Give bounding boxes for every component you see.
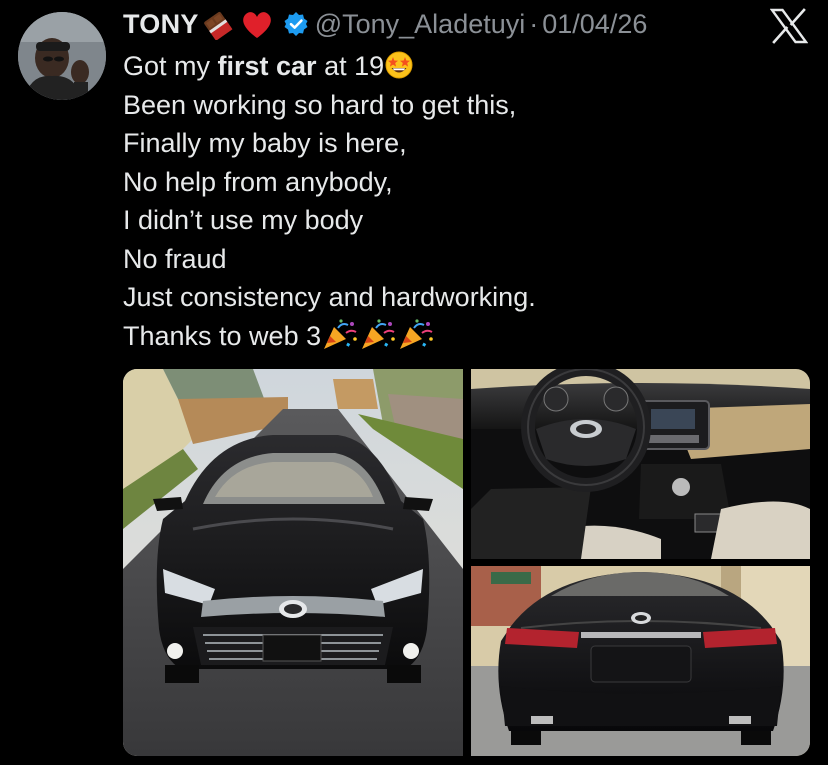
tweet-bold-text: first car [217, 51, 317, 81]
tweet-line-8: Thanks to web 3 [123, 317, 813, 356]
tweet-date[interactable]: 01/04/26 [542, 9, 647, 40]
tweet-line-6: No fraud [123, 243, 227, 274]
tweet-header: TONY @Tony_Aladetuyi · 01/04/26 [123, 6, 647, 42]
x-logo-icon [770, 8, 808, 44]
separator-dot: · [529, 8, 539, 39]
tweet-line-8-text: Thanks to web 3 [123, 320, 322, 351]
user-handle[interactable]: @Tony_Aladetuyi [315, 9, 526, 40]
tweet-line-1-start: Got my [123, 51, 218, 81]
tweet-line-5: I didn’t use my body [123, 205, 364, 235]
tweet-line-2: Been working so hard to get this, [123, 89, 517, 120]
chocolate-bar-icon [201, 8, 237, 40]
party-popper-icon [359, 318, 397, 351]
photo-car-front[interactable] [123, 369, 463, 756]
display-name[interactable]: TONY [123, 9, 199, 40]
tweet-line-1-end: at 19 [316, 51, 385, 81]
verified-badge-icon [283, 11, 309, 37]
avatar-image [18, 12, 106, 100]
tweet-line-1: Got my first car at 19 [123, 47, 813, 86]
red-heart-icon [239, 8, 275, 40]
media-grid [123, 369, 810, 756]
tweet-line-4: No help from anybody, [123, 166, 393, 197]
avatar[interactable] [18, 12, 106, 100]
star-struck-icon [384, 50, 414, 80]
tweet-line-7: Just consistency and hardworking. [123, 282, 536, 312]
party-popper-icon [321, 318, 359, 351]
tweet-text: Got my first car at 19 Been working so h… [123, 47, 813, 355]
tweet-line-3: Finally my baby is here, [123, 128, 407, 158]
party-popper-icon [397, 318, 435, 351]
photo-car-interior[interactable] [471, 369, 810, 559]
photo-car-rear[interactable] [471, 566, 810, 756]
